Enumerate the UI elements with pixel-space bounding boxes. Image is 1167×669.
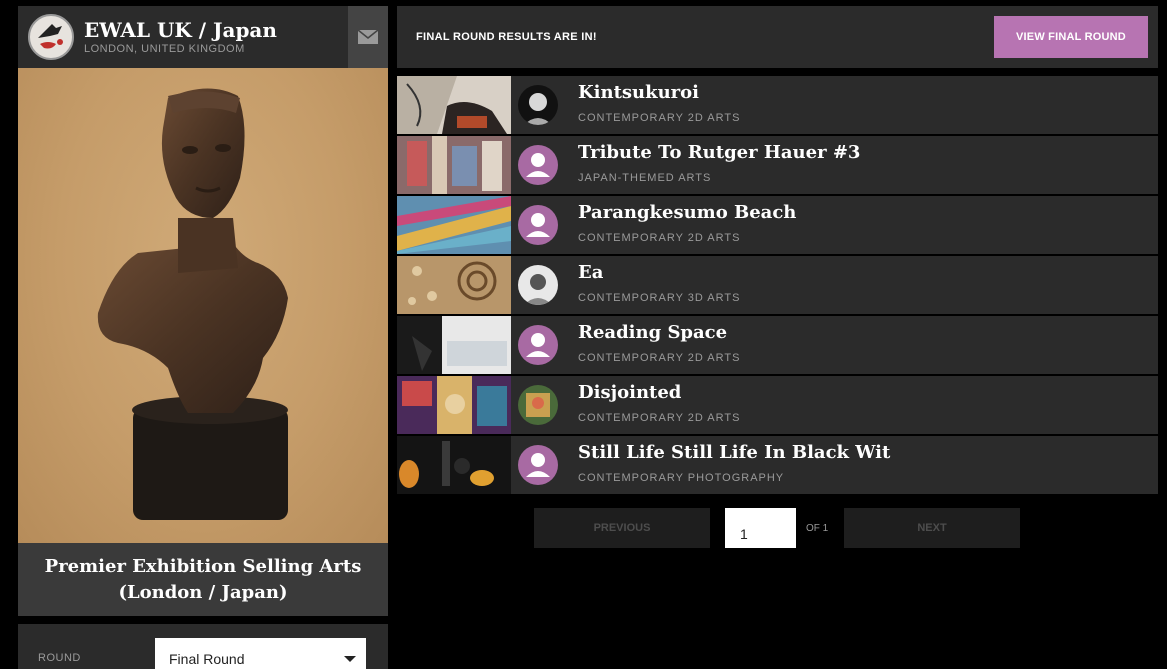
organization-name[interactable]: EWAL UK / Japan (84, 19, 348, 41)
artist-avatar[interactable] (518, 85, 558, 125)
list-item[interactable]: Parangkesumo Beach CONTEMPORARY 2D ARTS (397, 196, 1158, 254)
entry-title[interactable]: Reading Space (578, 322, 727, 343)
default-avatar-icon[interactable] (518, 145, 558, 185)
entry-title[interactable]: Parangkesumo Beach (578, 202, 796, 223)
default-avatar-icon[interactable] (518, 205, 558, 245)
entry-thumbnail[interactable] (397, 76, 511, 134)
round-selector-panel: ROUND Final Round (18, 624, 388, 669)
entry-title[interactable]: Disjointed (578, 382, 681, 403)
entry-thumbnail[interactable] (397, 376, 511, 434)
entry-thumbnail[interactable] (397, 316, 511, 374)
mail-icon (358, 30, 378, 44)
list-item[interactable]: Reading Space CONTEMPORARY 2D ARTS (397, 316, 1158, 374)
banner-message: FINAL ROUND RESULTS ARE IN! (416, 31, 597, 43)
entry-category: CONTEMPORARY 2D ARTS (578, 232, 741, 244)
exhibition-title-box: Premier Exhibition Selling Arts (London … (18, 543, 388, 616)
entry-title[interactable]: Ea (578, 262, 603, 283)
entry-thumbnail[interactable] (397, 136, 511, 194)
list-item[interactable]: Still Life Still Life In Black Wit CONTE… (397, 436, 1158, 494)
featured-artwork-image[interactable] (18, 68, 388, 543)
entry-category: CONTEMPORARY 2D ARTS (578, 352, 741, 364)
round-label: ROUND (38, 652, 81, 664)
view-final-round-button[interactable]: VIEW FINAL ROUND (994, 16, 1148, 58)
entry-category: CONTEMPORARY PHOTOGRAPHY (578, 472, 785, 484)
organization-header: EWAL UK / Japan LONDON, UNITED KINGDOM (18, 6, 388, 68)
artist-avatar[interactable] (518, 385, 558, 425)
results-banner: FINAL ROUND RESULTS ARE IN! VIEW FINAL R… (397, 6, 1158, 68)
entries-list: Kintsukuroi CONTEMPORARY 2D ARTS Tribute… (397, 76, 1158, 496)
list-item[interactable]: Kintsukuroi CONTEMPORARY 2D ARTS (397, 76, 1158, 134)
entry-thumbnail[interactable] (397, 436, 511, 494)
default-avatar-icon[interactable] (518, 445, 558, 485)
list-item[interactable]: Disjointed CONTEMPORARY 2D ARTS (397, 376, 1158, 434)
list-item[interactable]: Tribute To Rutger Hauer #3 JAPAN-THEMED … (397, 136, 1158, 194)
entry-category: CONTEMPORARY 3D ARTS (578, 292, 741, 304)
exhibition-title[interactable]: Premier Exhibition Selling Arts (London … (45, 554, 362, 606)
list-item[interactable]: Ea CONTEMPORARY 3D ARTS (397, 256, 1158, 314)
entry-title[interactable]: Kintsukuroi (578, 82, 699, 103)
artist-avatar[interactable] (518, 265, 558, 305)
next-page-button[interactable]: NEXT (844, 508, 1020, 548)
entry-title[interactable]: Still Life Still Life In Black Wit (578, 442, 890, 463)
entry-thumbnail[interactable] (397, 196, 511, 254)
page-number-input[interactable] (725, 508, 796, 548)
mail-button[interactable] (348, 6, 388, 68)
round-select-value: Final Round (169, 651, 245, 667)
entry-category: CONTEMPORARY 2D ARTS (578, 412, 741, 424)
round-select[interactable]: Final Round (155, 638, 366, 669)
entry-thumbnail[interactable] (397, 256, 511, 314)
default-avatar-icon[interactable] (518, 325, 558, 365)
entry-category: CONTEMPORARY 2D ARTS (578, 112, 741, 124)
page-total-label: OF 1 (806, 523, 829, 534)
previous-page-button[interactable]: PREVIOUS (534, 508, 710, 548)
ewal-logo-icon[interactable] (28, 14, 74, 60)
chevron-down-icon (344, 656, 356, 662)
exhibition-title-line1: Premier Exhibition Selling Arts (44, 555, 362, 577)
organization-location: LONDON, UNITED KINGDOM (84, 43, 245, 55)
entry-category: JAPAN-THEMED ARTS (578, 172, 712, 184)
entry-title[interactable]: Tribute To Rutger Hauer #3 (578, 142, 860, 163)
exhibition-title-line2: (London / Japan) (118, 581, 288, 603)
